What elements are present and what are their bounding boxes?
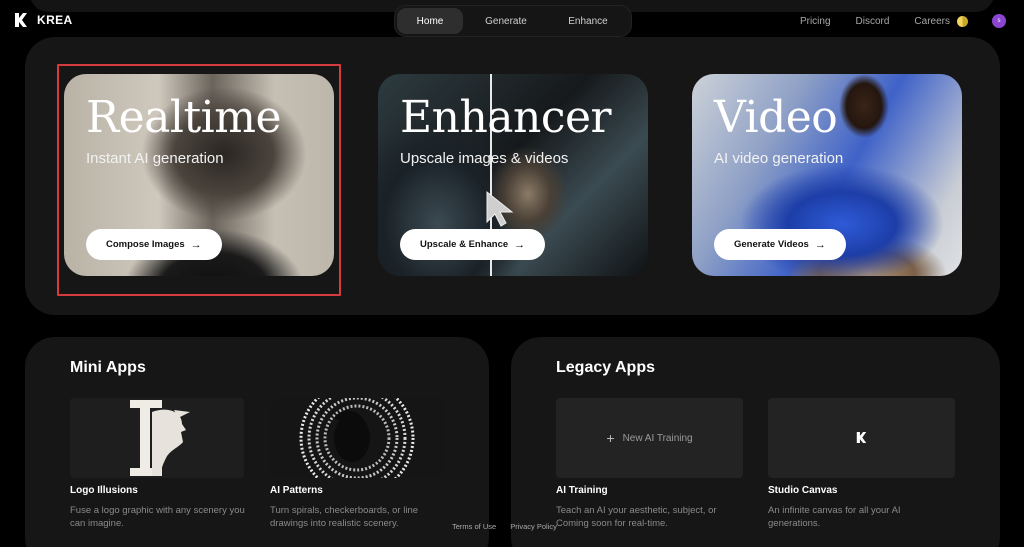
generate-videos-label: Generate Videos [734,239,809,250]
terms-link[interactable]: Terms of Use [452,522,496,531]
enhancer-subtitle: Upscale images & videos [400,150,569,167]
logo-illusions-tile[interactable] [70,398,244,478]
studio-canvas-desc: An infinite canvas for all your AI gener… [768,505,901,529]
video-card[interactable]: Video AI video generation Generate Video… [692,74,962,276]
arrow-right-icon: → [190,238,202,251]
right-nav: Pricing Discord Careers s [800,0,1006,42]
new-ai-training-label: New AI Training [622,432,693,444]
avatar[interactable]: s [992,14,1006,28]
generate-videos-button[interactable]: Generate Videos → [714,229,846,260]
mini-apps-panel: Mini Apps Logo Illusions Fuse a logo gra… [25,337,489,547]
new-ai-training-button[interactable]: + New AI Training [556,398,743,478]
new-ai-training-tile[interactable]: + New AI Training [556,398,743,478]
compose-images-button[interactable]: Compose Images → [86,229,222,260]
enhancer-title: Enhancer [400,92,612,143]
krea-logo-icon [856,432,867,443]
careers-link[interactable]: Careers [914,16,950,27]
brand-name: KREA [37,13,73,27]
krea-logo-icon [15,13,27,27]
tab-enhance[interactable]: Enhance [549,8,627,34]
legacy-apps-panel: Legacy Apps + New AI Training AI Trainin… [511,337,1000,547]
theme-toggle-icon[interactable] [957,15,968,27]
ai-patterns-tile[interactable] [270,398,444,478]
footer: Terms of Use Privacy Policy [452,522,557,531]
cursor-icon [486,190,514,227]
logo-illusions-desc: Fuse a logo graphic with any scenery you… [70,505,245,529]
top-bar: KREA Home Generate Enhance Pricing Disco… [0,0,1024,42]
arrow-right-icon: → [814,238,826,251]
tab-generate[interactable]: Generate [463,8,549,34]
studio-canvas-label: Studio Canvas [768,485,838,496]
discord-link[interactable]: Discord [856,16,890,27]
main-nav: Home Generate Enhance [394,5,632,37]
hero-panel: Realtime Instant AI generation Compose I… [25,37,1000,315]
ai-training-desc: Teach an AI your aesthetic, subject, or … [556,505,717,529]
compose-images-label: Compose Images [106,239,185,250]
mini-apps-title: Mini Apps [70,359,146,376]
studio-canvas-tile[interactable] [768,398,955,478]
logo-illusions-label: Logo Illusions [70,485,138,496]
privacy-link[interactable]: Privacy Policy [510,522,557,531]
upscale-enhance-button[interactable]: Upscale & Enhance → [400,229,546,260]
plus-icon: + [606,430,615,446]
tab-home[interactable]: Home [397,8,463,34]
ai-patterns-label: AI Patterns [270,485,323,496]
video-subtitle: AI video generation [714,150,844,167]
realtime-title: Realtime [86,92,282,143]
ai-patterns-desc: Turn spirals, checkerboards, or line dra… [270,505,419,529]
upscale-enhance-label: Upscale & Enhance [420,239,509,250]
arrow-right-icon: → [514,238,526,251]
legacy-apps-title: Legacy Apps [556,359,655,376]
video-title: Video [714,92,838,143]
enhancer-card[interactable]: Enhancer Upscale images & videos Upscale… [378,74,648,276]
ai-training-label: AI Training [556,485,608,496]
realtime-card[interactable]: Realtime Instant AI generation Compose I… [64,74,334,276]
logo-illusions-image [70,398,244,478]
ai-patterns-image [270,398,444,478]
realtime-subtitle: Instant AI generation [86,150,224,167]
pricing-link[interactable]: Pricing [800,16,831,27]
brand-logo[interactable]: KREA [14,12,73,28]
